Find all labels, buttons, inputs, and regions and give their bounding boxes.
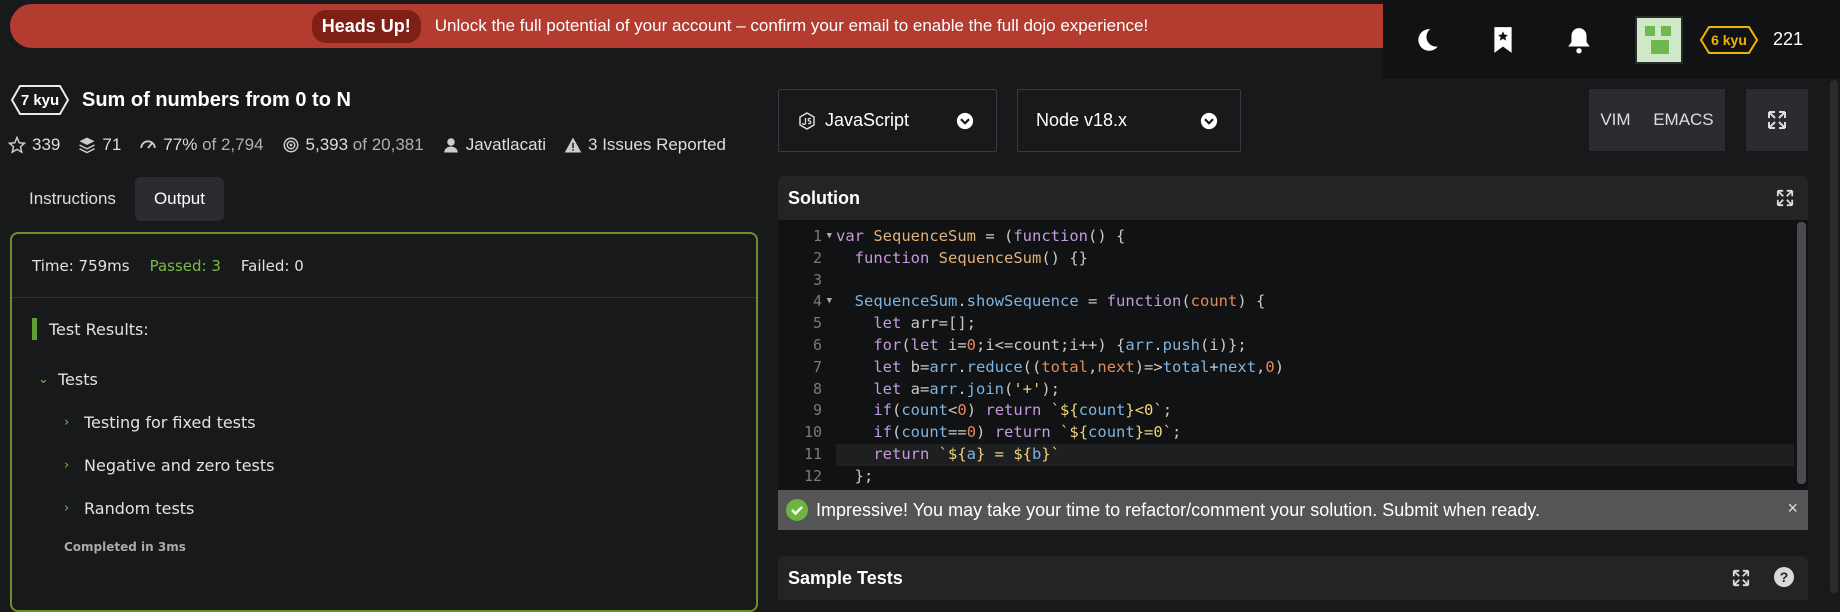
- runtime-value: Node v18.x: [1036, 110, 1128, 130]
- chevron-right-icon: ›: [64, 415, 70, 430]
- kata-rank-label: 7 kyu: [20, 91, 60, 109]
- gauge-icon: [140, 140, 156, 149]
- close-icon[interactable]: ×: [1787, 498, 1798, 519]
- code-editor[interactable]: 1▼ 2 3 4▼ 5 6 7 8 9 10 11 12 13 14 var S…: [778, 220, 1808, 530]
- test-item[interactable]: › Testing for fixed tests: [38, 401, 274, 444]
- chevron-right-icon: ›: [64, 501, 70, 516]
- success-toast: Impressive! You may take your time to re…: [778, 490, 1808, 530]
- honor-count: 221: [1773, 29, 1804, 49]
- language-select[interactable]: JavaScript: [778, 89, 997, 152]
- chevron-down-icon: [1200, 112, 1218, 130]
- banner-message[interactable]: Unlock the full potential of your accoun…: [435, 16, 1148, 36]
- layers-icon: [79, 137, 96, 154]
- passed-count: Passed: 3: [149, 256, 221, 275]
- email-confirm-banner: Heads Up! Unlock the full potential of y…: [10, 4, 1450, 48]
- user-rank-label: 6 kyu: [1711, 31, 1747, 48]
- code-lines[interactable]: var SequenceSum = (function() { function…: [836, 226, 1794, 530]
- chevron-right-icon: ›: [64, 458, 70, 473]
- bookmark-icon[interactable]: [1483, 20, 1523, 60]
- warning-icon: [564, 137, 582, 153]
- target-icon: [283, 137, 299, 153]
- kata-header: 7 kyu Sum of numbers from 0 to N: [10, 84, 351, 116]
- toast-message: Impressive! You may take your time to re…: [816, 499, 1540, 520]
- help-icon[interactable]: ?: [1774, 567, 1794, 587]
- completed-time: Completed in 3ms: [64, 540, 186, 554]
- issues-stat[interactable]: 3 Issues Reported: [564, 135, 726, 155]
- editor-mode-toggle: VIM EMACS: [1589, 89, 1725, 151]
- avatar[interactable]: [1635, 15, 1683, 64]
- runtime-select[interactable]: Node v18.x: [1017, 89, 1241, 152]
- user-toolbar: 6 kyu 221: [1383, 0, 1840, 79]
- kata-tabs: Instructions Output: [10, 177, 224, 221]
- user-rank-badge[interactable]: 6 kyu: [1699, 25, 1759, 55]
- moon-icon[interactable]: [1407, 20, 1447, 60]
- line-gutter: 1▼ 2 3 4▼ 5 6 7 8 9 10 11 12 13 14: [803, 227, 832, 528]
- test-group-tests[interactable]: ⌄ Tests: [38, 358, 274, 401]
- emacs-mode-button[interactable]: EMACS: [1653, 110, 1713, 130]
- chevron-down-icon: [956, 112, 974, 130]
- chevron-down-icon: ⌄: [38, 372, 49, 387]
- collections-stat[interactable]: 71: [78, 135, 121, 155]
- expand-icon: [1768, 111, 1786, 129]
- kata-stats: 339 71 77% of 2,794 5,393 of 20,381 Java…: [8, 135, 744, 155]
- expand-icon[interactable]: [1732, 569, 1750, 587]
- star-icon: [8, 136, 26, 154]
- kata-rank-badge: 7 kyu: [10, 84, 70, 116]
- fullscreen-button[interactable]: [1746, 89, 1808, 151]
- check-icon: [786, 499, 808, 521]
- bell-icon[interactable]: [1559, 20, 1599, 60]
- satisfaction-stat: 77% of 2,794: [139, 135, 264, 155]
- heads-up-pill: Heads Up!: [311, 9, 421, 43]
- sample-tests-title: Sample Tests: [788, 567, 903, 588]
- tab-instructions[interactable]: Instructions: [10, 177, 135, 221]
- user-icon: [443, 138, 458, 153]
- sample-tests-header: Sample Tests ?: [778, 556, 1808, 600]
- failed-count: Failed: 0: [240, 256, 304, 275]
- vim-mode-button[interactable]: VIM: [1600, 110, 1630, 130]
- editor-scrollbar[interactable]: [1797, 222, 1806, 484]
- output-panel: Time: 759ms Passed: 3 Failed: 0 Test Res…: [10, 232, 758, 612]
- javascript-icon: [799, 111, 815, 130]
- test-tree: ⌄ Tests › Testing for fixed tests › Nega…: [38, 358, 274, 530]
- solution-header: Solution: [778, 176, 1808, 220]
- page-title: Sum of numbers from 0 to N: [82, 88, 351, 111]
- completed-stat: 5,393 of 20,381: [282, 135, 424, 155]
- page-scrollbar[interactable]: [1830, 80, 1838, 593]
- stars-stat[interactable]: 339: [8, 135, 60, 155]
- tab-output[interactable]: Output: [134, 177, 224, 221]
- run-time: Time: 759ms: [32, 256, 130, 275]
- language-value: JavaScript: [825, 110, 910, 130]
- solution-title: Solution: [788, 187, 860, 208]
- expand-icon[interactable]: [1776, 189, 1794, 207]
- test-item[interactable]: › Random tests: [38, 487, 274, 530]
- author-stat[interactable]: Javatlacati: [442, 135, 546, 155]
- output-summary: Time: 759ms Passed: 3 Failed: 0: [12, 234, 756, 298]
- test-results-heading: Test Results:: [32, 318, 149, 340]
- test-item[interactable]: › Negative and zero tests: [38, 444, 274, 487]
